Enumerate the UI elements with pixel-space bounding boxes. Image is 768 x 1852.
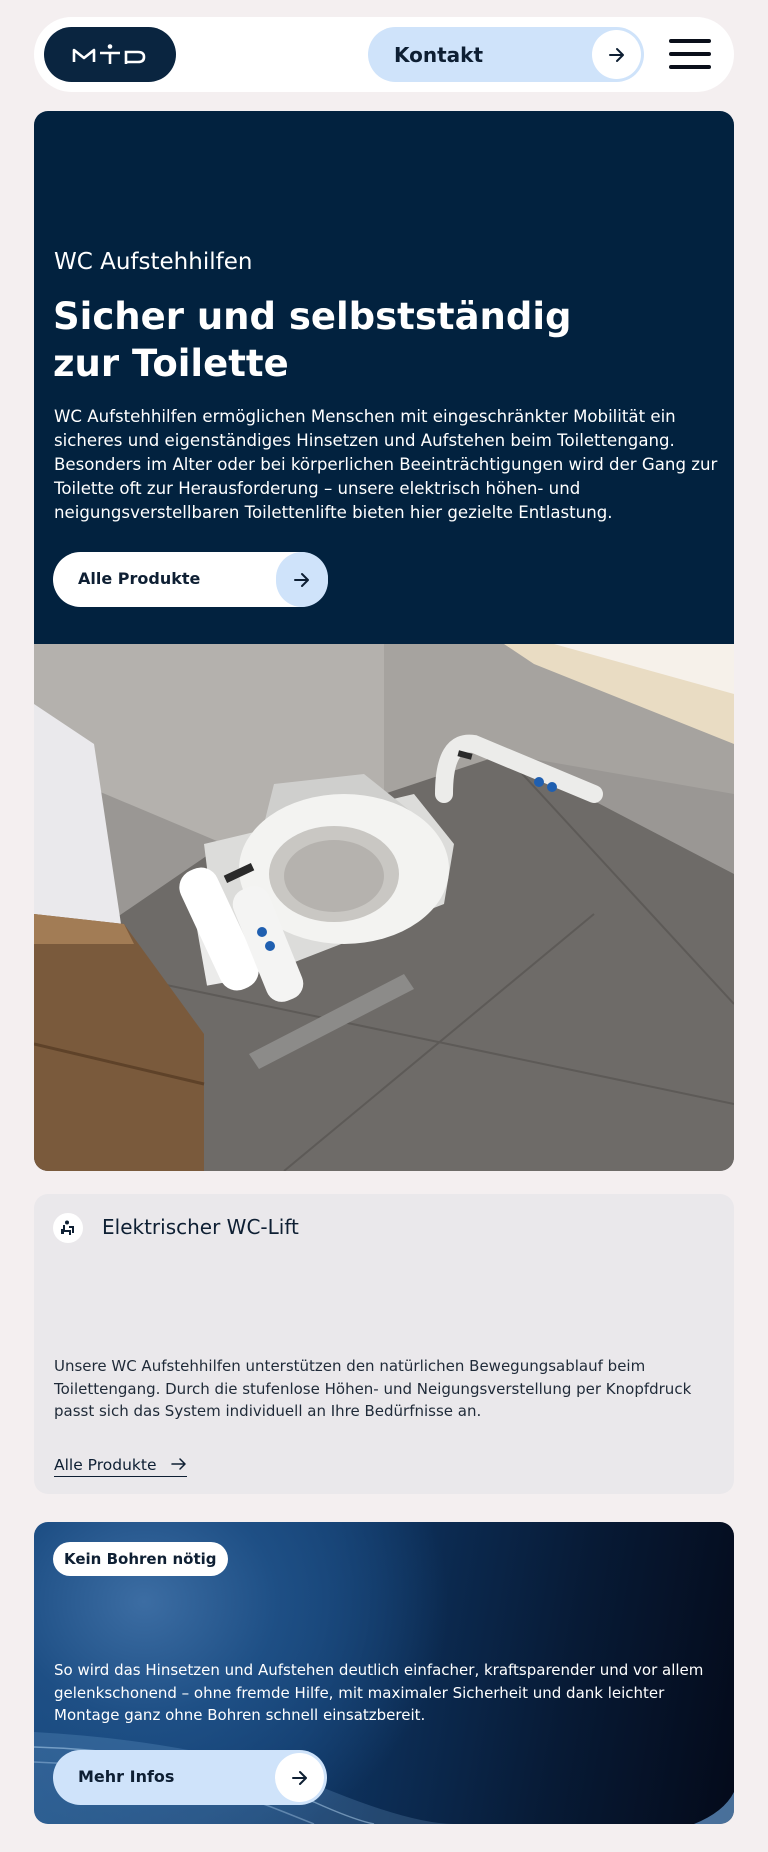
contact-button[interactable]: Kontakt (368, 27, 644, 82)
promo-text: So wird das Hinsetzen und Aufstehen deut… (54, 1661, 704, 1724)
more-info-button[interactable]: Mehr Infos (53, 1750, 327, 1805)
feature-text: Unsere WC Aufstehhilfen unterstützen den… (54, 1357, 692, 1420)
hero-title: Sicher und selbstständig zur Toilette (53, 293, 613, 387)
hero-title-line2: zur Toilette (53, 342, 289, 385)
mtp-logo-icon (72, 43, 146, 64)
all-products-button[interactable]: Alle Produkte (53, 552, 328, 607)
arrow-right-icon (276, 552, 328, 607)
hero-description: WC Aufstehhilfen ermöglichen Menschen mi… (54, 407, 718, 522)
arrow-right-icon (170, 1455, 187, 1474)
arrow-right-icon (592, 30, 641, 79)
site-header: Kontakt (34, 17, 734, 92)
hero-title-line1: Sicher und selbstständig (53, 295, 572, 338)
all-products-link[interactable]: Alle Produkte (54, 1455, 187, 1477)
more-info-button-label: Mehr Infos (78, 1767, 175, 1786)
logo[interactable] (44, 27, 176, 82)
all-products-link-label: Alle Produkte (54, 1455, 157, 1474)
all-products-button-label: Alle Produkte (78, 569, 201, 588)
hero-section: WC Aufstehhilfen Sicher und selbstständi… (34, 111, 734, 645)
feature-card: Elektrischer WC-Lift Unsere WC Aufstehhi… (34, 1194, 734, 1494)
contact-button-label: Kontakt (394, 42, 484, 67)
promo-card: Kein Bohren nötig So wird das Hinsetzen … (34, 1522, 734, 1824)
wc-lift-icon (53, 1213, 83, 1243)
arrow-right-icon (275, 1753, 324, 1802)
product-photo (34, 644, 734, 1171)
hamburger-icon[interactable] (669, 39, 711, 69)
hero-eyebrow: WC Aufstehhilfen (54, 249, 253, 275)
no-drilling-tag: Kein Bohren nötig (53, 1542, 228, 1576)
feature-heading: Elektrischer WC-Lift (102, 1215, 299, 1239)
